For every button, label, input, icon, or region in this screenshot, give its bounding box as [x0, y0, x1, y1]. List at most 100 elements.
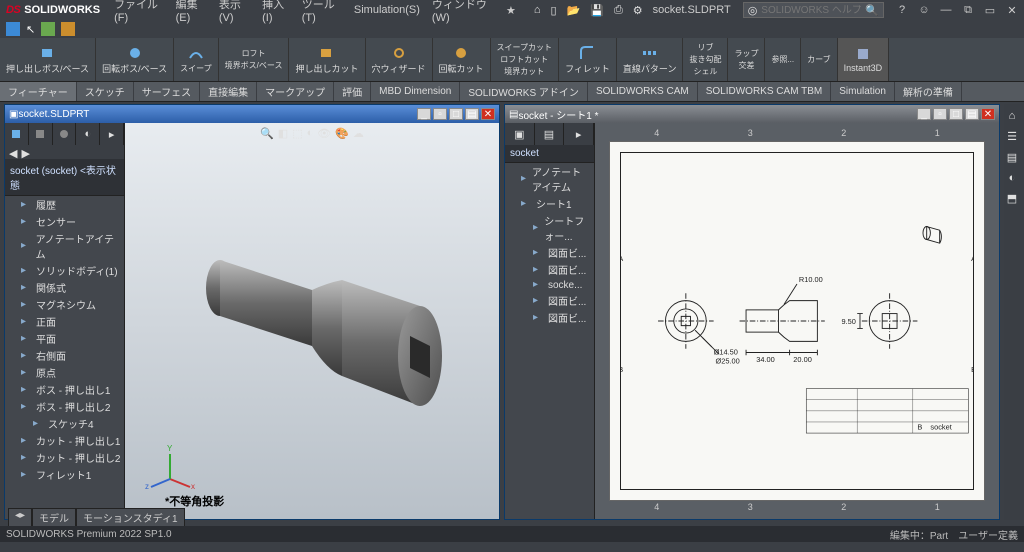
- bottab-arrows[interactable]: ◂▸: [8, 508, 32, 526]
- rb-hole-wizard[interactable]: 穴ウィザード: [366, 38, 433, 81]
- rb-extrude-boss[interactable]: 押し出しボス/ベース: [0, 38, 96, 81]
- tree-item[interactable]: ▸関係式: [5, 279, 124, 296]
- drw-win-restore[interactable]: ▫: [933, 108, 947, 120]
- tree-item[interactable]: ▸履歴: [5, 196, 124, 213]
- bottab-model[interactable]: モデル: [32, 508, 76, 526]
- tree-item[interactable]: ▸スケッチ4: [5, 415, 124, 432]
- help-search[interactable]: ◎ 🔍: [743, 2, 884, 18]
- print-icon[interactable]: ⎙: [614, 4, 623, 17]
- rb-curves[interactable]: カーブ: [801, 38, 838, 81]
- drawing-viewport[interactable]: 4321 4321: [595, 123, 999, 519]
- taskpane-custom-icon[interactable]: ⬒: [1007, 192, 1017, 205]
- hud-appearance-icon[interactable]: 🎨: [335, 127, 349, 140]
- part-win-close[interactable]: ✕: [481, 108, 495, 120]
- drw-fm-tab-tree[interactable]: ▣: [505, 123, 535, 145]
- tab-features[interactable]: フィーチャー: [0, 82, 77, 101]
- rb-extrude-cut[interactable]: 押し出しカット: [289, 38, 365, 81]
- hud-display-style-icon[interactable]: ◐: [307, 127, 314, 140]
- rb-ref[interactable]: 参照...: [765, 38, 801, 81]
- tree-item[interactable]: ▸図面ビ...: [505, 261, 594, 278]
- help-search-input[interactable]: [761, 5, 861, 16]
- rb-revolve-cut[interactable]: 回転カット: [433, 38, 491, 81]
- view-triad[interactable]: x Y z: [145, 439, 195, 489]
- menu-view[interactable]: 表示(V): [215, 0, 254, 24]
- rb-linear-pattern[interactable]: 直線パターン: [617, 38, 684, 81]
- rb-cut-group[interactable]: スイープカットロフトカット境界カット: [491, 38, 560, 81]
- fm-tab-more[interactable]: ▸: [100, 123, 124, 145]
- tree-head[interactable]: socket (socket) <表示状態: [5, 159, 124, 196]
- tab-direct-edit[interactable]: 直接編集: [200, 82, 257, 101]
- tree-item[interactable]: ▸フィレット1: [5, 466, 124, 483]
- search-icon[interactable]: 🔍: [865, 4, 879, 17]
- qat-icon[interactable]: [61, 22, 75, 36]
- tree-item[interactable]: ▸シートフォー...: [505, 212, 594, 244]
- qat-icon[interactable]: [6, 22, 20, 36]
- rb-wrap-group[interactable]: ラップ交差: [728, 38, 765, 81]
- restore-icon[interactable]: ▭: [984, 4, 996, 16]
- tree-item[interactable]: ▸正面: [5, 313, 124, 330]
- taskpane-library-icon[interactable]: ▤: [1007, 151, 1017, 164]
- menu-insert[interactable]: 挿入(I): [258, 0, 294, 24]
- menu-simulation[interactable]: Simulation(S): [350, 4, 424, 16]
- tree-item[interactable]: ▸平面: [5, 330, 124, 347]
- part-win-minimize[interactable]: _: [417, 108, 431, 120]
- part-win-maximize[interactable]: □: [449, 108, 463, 120]
- rb-fillet[interactable]: フィレット: [559, 38, 617, 81]
- part-titlebar[interactable]: ▣ socket.SLDPRT _ ▫ □ ▤ ✕: [5, 105, 499, 123]
- drw-win-tile[interactable]: ▤: [965, 108, 979, 120]
- home-icon[interactable]: ⌂: [534, 4, 541, 16]
- open-icon[interactable]: 📂: [567, 4, 581, 17]
- drawing-titlebar[interactable]: ▤ socket - シート1 * _ ▫ □ ▤ ✕: [505, 105, 999, 123]
- fm-tab-config[interactable]: [53, 123, 77, 145]
- part-win-tile[interactable]: ▤: [465, 108, 479, 120]
- tree-item[interactable]: ▸図面ビ...: [505, 292, 594, 309]
- drw-win-close[interactable]: ✕: [981, 108, 995, 120]
- tree-nav-back[interactable]: ◀: [9, 147, 17, 157]
- new-icon[interactable]: ▯: [550, 4, 556, 17]
- rb-rib-draft[interactable]: リブ抜き勾配シェル: [683, 38, 728, 81]
- tab-markup[interactable]: マークアップ: [257, 82, 334, 101]
- maximize-icon[interactable]: ⧉: [962, 4, 974, 16]
- tab-mbd[interactable]: MBD Dimension: [371, 82, 460, 101]
- hud-hide-show-icon[interactable]: 👁: [317, 127, 331, 140]
- drw-tree-head[interactable]: socket: [505, 145, 594, 163]
- tree-item[interactable]: ▸ボス - 押し出し1: [5, 381, 124, 398]
- fm-tab-display[interactable]: ◐: [76, 123, 100, 145]
- feature-tree[interactable]: ▸履歴▸センサー▸アノテートアイテム▸ソリッドボディ(1)▸関係式▸マグネシウム…: [5, 196, 124, 519]
- tree-item[interactable]: ▸図面ビ...: [505, 244, 594, 261]
- taskpane-resources-icon[interactable]: ☰: [1007, 130, 1017, 143]
- rb-loft[interactable]: ロフト境界ボス/ベース: [219, 38, 290, 81]
- status-units[interactable]: ユーザー定義: [958, 527, 1018, 542]
- tab-sim[interactable]: Simulation: [831, 82, 895, 101]
- taskpane-appearance-icon[interactable]: ◐: [1009, 172, 1016, 184]
- tab-evaluate[interactable]: 評価: [334, 82, 371, 101]
- drawing-tree[interactable]: ▸アノテートアイテム▸シート1▸シートフォー...▸図面ビ...▸図面ビ...▸…: [505, 163, 594, 519]
- qat-icon[interactable]: [41, 22, 55, 36]
- menu-window[interactable]: ウィンドウ(W): [428, 0, 498, 24]
- tab-addins[interactable]: SOLIDWORKS アドイン: [460, 82, 588, 101]
- rb-revolve-boss[interactable]: 回転ボス/ベース: [96, 38, 174, 81]
- tab-cam-tbm[interactable]: SOLIDWORKS CAM TBM: [698, 82, 832, 101]
- save-icon[interactable]: 💾: [590, 4, 604, 17]
- tree-item[interactable]: ▸ボス - 押し出し2: [5, 398, 124, 415]
- drw-fm-tab-prop[interactable]: ▤: [535, 123, 565, 145]
- hud-view-orient-icon[interactable]: ⬚: [292, 127, 302, 140]
- tree-item[interactable]: ▸アノテートアイテム: [505, 163, 594, 195]
- bottab-motion[interactable]: モーションスタディ1: [76, 508, 184, 526]
- tab-sketch[interactable]: スケッチ: [77, 82, 134, 101]
- drw-win-minimize[interactable]: _: [917, 108, 931, 120]
- minimize-icon[interactable]: —: [940, 4, 952, 16]
- arrow-cursor-icon[interactable]: ↖: [26, 23, 35, 36]
- taskpane-home-icon[interactable]: ⌂: [1009, 110, 1016, 122]
- rb-sweep[interactable]: スイープ: [174, 38, 219, 81]
- drawing-sheet[interactable]: 4321 4321: [609, 141, 985, 501]
- part-win-restore[interactable]: ▫: [433, 108, 447, 120]
- tree-item[interactable]: ▸アノテートアイテム: [5, 230, 124, 262]
- fm-tab-tree[interactable]: [5, 123, 29, 145]
- menu-star-icon[interactable]: ★: [502, 4, 520, 17]
- part-viewport[interactable]: 🔍 ◧ ⬚ ◐ 👁 🎨 ☁: [125, 123, 499, 519]
- tree-item[interactable]: ▸カット - 押し出し2: [5, 449, 124, 466]
- tree-item[interactable]: ▸socke...: [505, 278, 594, 292]
- fm-tab-prop[interactable]: [29, 123, 53, 145]
- close-icon[interactable]: ✕: [1006, 4, 1018, 16]
